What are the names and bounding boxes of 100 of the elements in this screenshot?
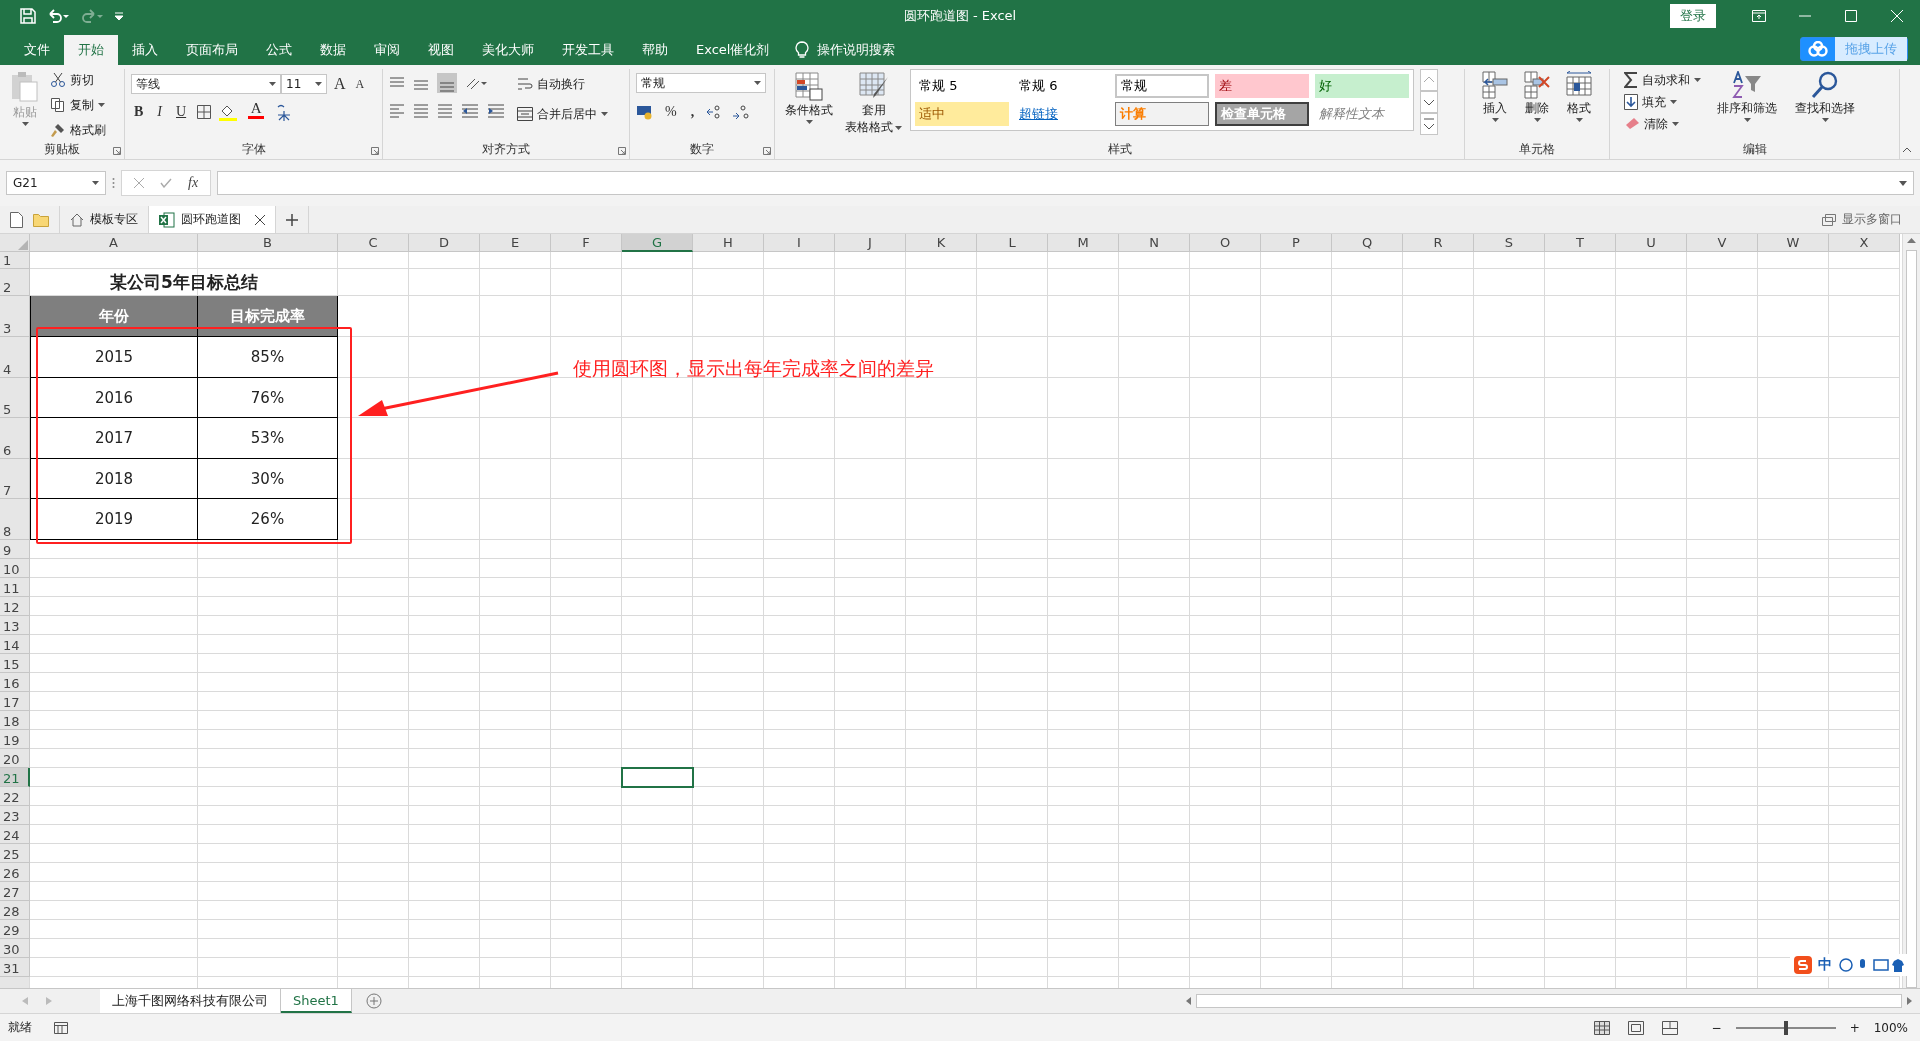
document-tab[interactable]: 圆环跑道图	[149, 206, 276, 233]
row-header[interactable]: 21	[0, 768, 30, 787]
row-header[interactable]: 22	[0, 787, 30, 806]
row-header[interactable]: 29	[0, 920, 30, 939]
input-language[interactable]: 中	[1818, 956, 1832, 974]
formula-input[interactable]	[217, 171, 1914, 195]
autosum-button[interactable]: 自动求和	[1622, 69, 1703, 91]
increase-indent-icon[interactable]	[487, 103, 505, 119]
row-header[interactable]: 12	[0, 597, 30, 616]
row-header[interactable]: 3	[0, 296, 30, 337]
cell-style-option[interactable]: 好	[1315, 74, 1409, 98]
column-header[interactable]: E	[480, 234, 551, 252]
column-header[interactable]: X	[1829, 234, 1900, 252]
decrease-indent-icon[interactable]	[461, 103, 479, 119]
row-header[interactable]: 15	[0, 654, 30, 673]
add-sheet-icon[interactable]	[365, 993, 382, 1009]
number-format-dropdown[interactable]: 常规	[636, 73, 766, 93]
scroll-left-icon[interactable]	[1184, 995, 1194, 1007]
borders-icon[interactable]	[197, 105, 212, 119]
column-header[interactable]: B	[198, 234, 338, 252]
column-header[interactable]: W	[1758, 234, 1829, 252]
dialog-launcher-icon[interactable]	[371, 147, 379, 155]
row-header[interactable]: 8	[0, 499, 30, 540]
font-size-dropdown[interactable]: 11	[281, 74, 327, 94]
column-header[interactable]: A	[30, 234, 198, 252]
ribbon-tab[interactable]: 开始	[64, 35, 118, 65]
scrollbar-thumb[interactable]	[1196, 994, 1902, 1008]
row-header[interactable]: 24	[0, 825, 30, 844]
row-header[interactable]: 20	[0, 749, 30, 768]
ribbon-tab[interactable]: 插入	[118, 35, 172, 65]
ribbon-tab[interactable]: 帮助	[628, 35, 682, 65]
format-painter-button[interactable]: 格式刷	[48, 119, 108, 141]
column-header[interactable]: O	[1190, 234, 1261, 252]
underline-button[interactable]: U	[173, 101, 190, 123]
ribbon-tab[interactable]: 数据	[306, 35, 360, 65]
expand-icon[interactable]	[1899, 180, 1907, 186]
column-header[interactable]: U	[1616, 234, 1687, 252]
cut-button[interactable]: 剪切	[48, 69, 108, 91]
ribbon-display-icon[interactable]	[1752, 10, 1766, 22]
column-header[interactable]: V	[1687, 234, 1758, 252]
comma-button[interactable]: ,	[687, 101, 698, 123]
percent-button[interactable]: %	[662, 101, 680, 123]
dialog-launcher-icon[interactable]	[763, 147, 771, 155]
name-box[interactable]: G21	[6, 171, 106, 195]
format-as-table-button[interactable]: 套用 表格格式	[841, 69, 906, 141]
row-header[interactable]: 10	[0, 559, 30, 578]
bold-button[interactable]: B	[131, 101, 147, 123]
decrease-font-button[interactable]: A	[352, 73, 368, 95]
tell-me-search[interactable]: 操作说明搜索	[817, 41, 896, 59]
zoom-level[interactable]: 100%	[1873, 1020, 1908, 1035]
ribbon-tab[interactable]: 审阅	[360, 35, 414, 65]
row-header[interactable]: 6	[0, 418, 30, 459]
row-header[interactable]: 13	[0, 616, 30, 635]
font-name-dropdown[interactable]: 等线	[131, 74, 281, 94]
font-color-button[interactable]: A	[245, 101, 268, 123]
row-header[interactable]: 9	[0, 540, 30, 559]
expand-gallery-icon[interactable]	[1420, 113, 1438, 135]
column-header[interactable]: H	[693, 234, 764, 252]
cell-style-option[interactable]: 适中	[915, 102, 1009, 126]
insert-button[interactable]: 插入	[1477, 69, 1513, 141]
sheet-tab[interactable]: 上海千图网络科技有限公司	[100, 989, 281, 1013]
scrollbar-thumb[interactable]	[1906, 249, 1917, 988]
column-header[interactable]: F	[551, 234, 622, 252]
ribbon-tab[interactable]: 视图	[414, 35, 468, 65]
page-break-icon[interactable]	[1661, 1020, 1678, 1035]
column-header[interactable]: S	[1474, 234, 1545, 252]
multi-window-button[interactable]: 显示多窗口	[1822, 206, 1920, 233]
ribbon-tab[interactable]: 开发工具	[548, 35, 628, 65]
sheet-tab[interactable]: Sheet1	[281, 989, 352, 1013]
scroll-down-icon[interactable]	[1420, 91, 1438, 113]
ribbon-tab[interactable]: Excel催化剂	[682, 35, 784, 65]
add-tab-icon[interactable]	[286, 213, 298, 226]
find-select-button[interactable]: 查找和选择	[1791, 69, 1859, 141]
column-header[interactable]: R	[1403, 234, 1474, 252]
row-header[interactable]: 17	[0, 692, 30, 711]
new-file-icon[interactable]	[10, 211, 23, 228]
clear-button[interactable]: 清除	[1622, 113, 1703, 135]
delete-button[interactable]: 删除	[1519, 69, 1555, 141]
cell-style-option[interactable]: 常规	[1115, 74, 1209, 98]
maximize-icon[interactable]	[1845, 10, 1857, 22]
zoom-in-button[interactable]: +	[1849, 1020, 1860, 1035]
scroll-right-icon[interactable]	[1904, 995, 1914, 1007]
undo-icon[interactable]	[46, 8, 70, 24]
wrap-text-button[interactable]: 自动换行	[515, 73, 610, 95]
row-header[interactable]: 26	[0, 863, 30, 882]
italic-button[interactable]: I	[154, 101, 165, 123]
copy-button[interactable]: 复制	[48, 94, 108, 116]
cell-style-option[interactable]: 差	[1215, 74, 1309, 98]
page-layout-icon[interactable]	[1627, 1020, 1644, 1035]
lightbulb-icon[interactable]	[795, 41, 810, 59]
close-icon[interactable]	[255, 214, 265, 225]
format-button[interactable]: 格式	[1561, 69, 1597, 141]
column-header[interactable]: K	[906, 234, 977, 252]
row-header[interactable]: 23	[0, 806, 30, 825]
row-header[interactable]: 1	[0, 252, 30, 269]
row-header[interactable]: 5	[0, 378, 30, 418]
row-header[interactable]: 27	[0, 882, 30, 901]
row-header[interactable]: 19	[0, 730, 30, 749]
login-button[interactable]: 登录	[1670, 4, 1716, 28]
column-header[interactable]: G	[622, 234, 693, 252]
